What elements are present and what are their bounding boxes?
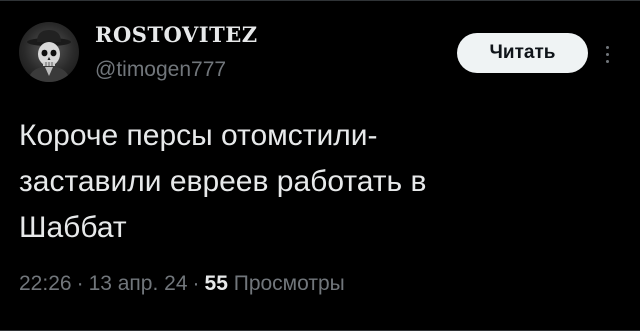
follow-button[interactable]: Читать — [457, 33, 588, 73]
avatar[interactable] — [19, 22, 79, 82]
author-display-name[interactable]: ROSTOVITEZ — [95, 22, 258, 47]
meta-separator: · — [192, 272, 200, 295]
more-dot — [605, 52, 609, 56]
tweet-date[interactable]: 13 апр. 24 — [89, 272, 188, 295]
author-handle[interactable]: @timogen777 — [95, 58, 226, 82]
top-divider — [0, 0, 640, 1]
skull-cowboy-avatar-icon — [27, 30, 71, 82]
meta-separator: · — [76, 272, 84, 295]
tweet-time[interactable]: 22:26 — [19, 272, 72, 295]
views-label[interactable]: Просмотры — [234, 272, 345, 295]
views-count[interactable]: 55 — [205, 272, 228, 295]
tweet-text: Короче персы отомстили- заставили евреев… — [19, 119, 427, 244]
more-dot — [605, 59, 609, 63]
more-vertical-icon[interactable] — [598, 40, 616, 68]
tweet-meta: 22:26 · 13 апр. 24 · 55 Просмотры — [19, 272, 345, 296]
more-dot — [605, 45, 609, 49]
